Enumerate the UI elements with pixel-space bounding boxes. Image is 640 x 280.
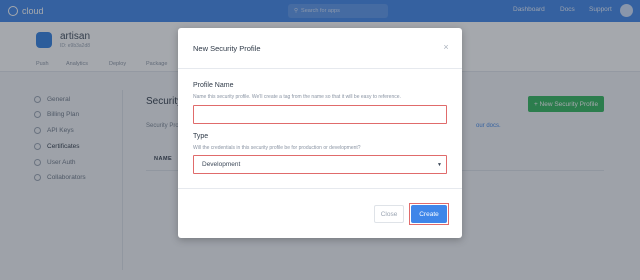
profile-name-label: Profile Name — [193, 82, 234, 89]
create-button-highlight: Create — [409, 203, 449, 225]
close-button[interactable]: Close — [374, 205, 404, 223]
create-button[interactable]: Create — [411, 205, 447, 223]
type-select[interactable]: Development ▼ — [193, 155, 447, 174]
caret-down-icon: ▼ — [437, 162, 442, 168]
close-icon[interactable]: × — [441, 42, 451, 52]
type-label: Type — [193, 133, 209, 140]
modal-header-divider — [178, 68, 462, 69]
profile-name-help: Name this security profile. We'll create… — [193, 94, 401, 100]
new-security-profile-modal: New Security Profile × Profile Name Name… — [178, 28, 462, 238]
type-select-value: Development — [202, 161, 241, 168]
modal-footer-divider — [178, 188, 462, 189]
profile-name-input[interactable] — [193, 105, 447, 124]
modal-title: New Security Profile — [193, 44, 261, 53]
type-help: Will the credentials in this security pr… — [193, 145, 361, 151]
